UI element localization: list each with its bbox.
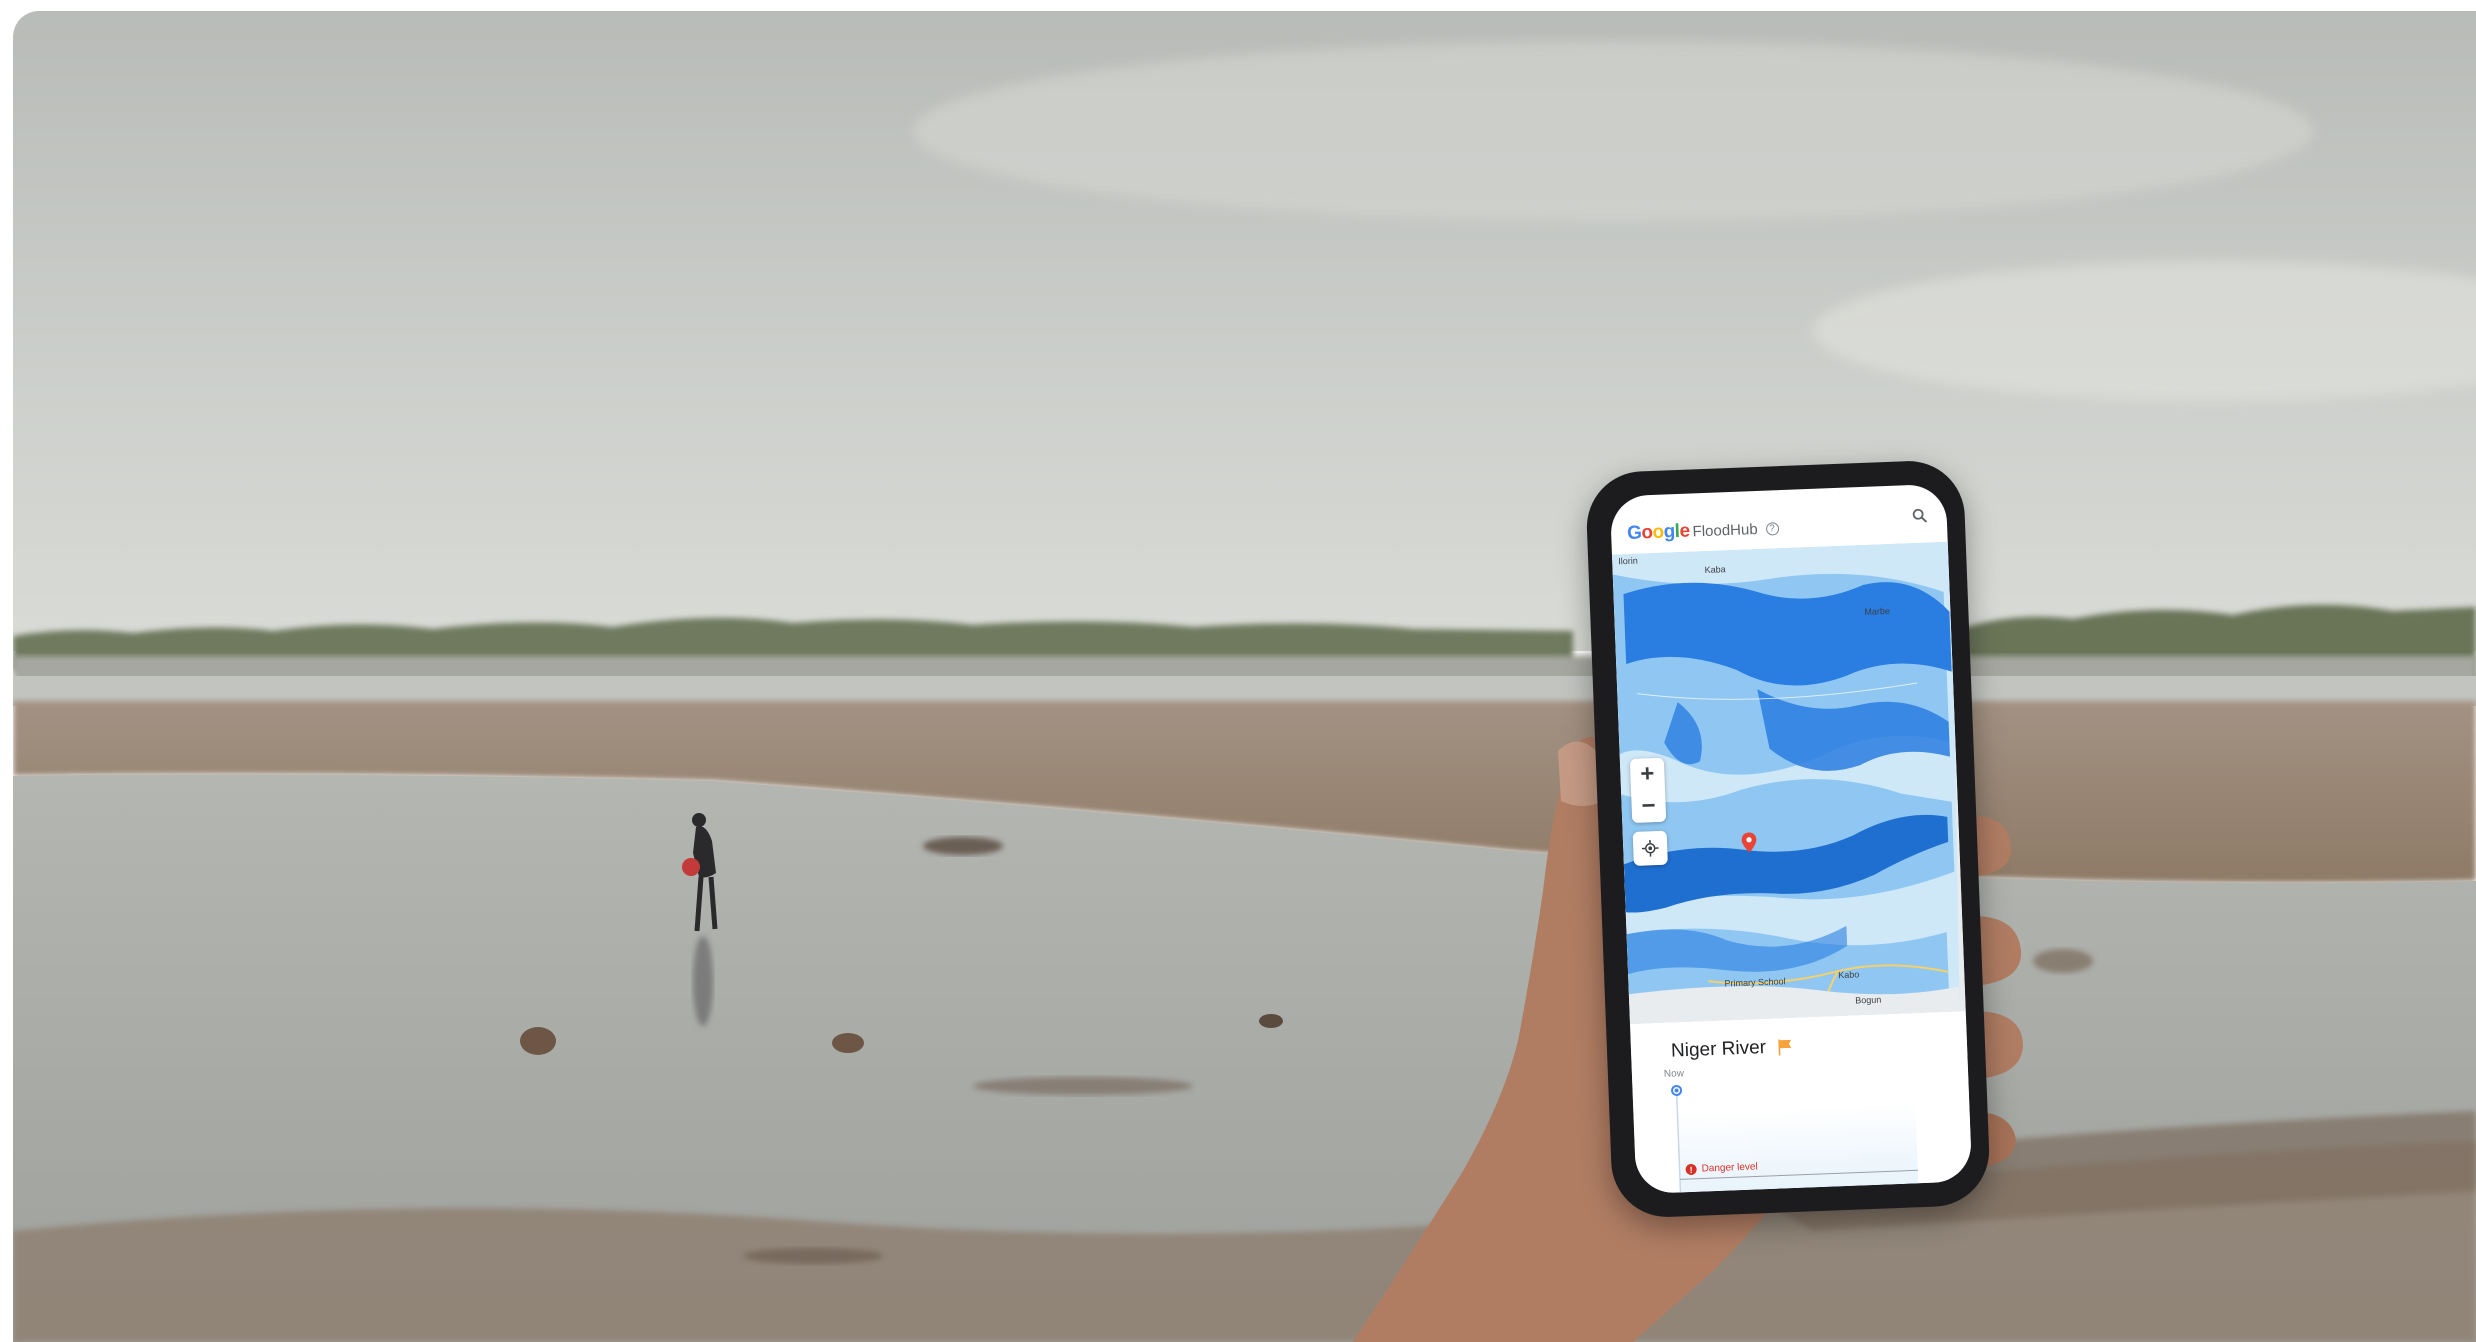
zoom-out-button[interactable]: − <box>1631 790 1666 823</box>
danger-level-text: Danger level <box>1701 1161 1758 1175</box>
location-target-icon <box>1641 840 1659 857</box>
hand <box>1353 737 2023 1342</box>
flag-icon <box>1778 1039 1792 1056</box>
flood-map-layer <box>1611 541 1966 1025</box>
search-icon[interactable] <box>1910 506 1929 525</box>
phone-screen: Google FloodHub ? Ilorin Kaba Marbe Prim… <box>1609 483 1973 1195</box>
help-icon[interactable]: ? <box>1765 521 1779 536</box>
water-level-chart <box>1671 1084 1919 1193</box>
photo-scene: Google FloodHub ? Ilorin Kaba Marbe Prim… <box>13 11 2476 1342</box>
app-name: FloodHub <box>1692 520 1758 540</box>
now-label: Now <box>1663 1068 1685 1080</box>
app-brand: Google FloodHub ? <box>1627 517 1779 545</box>
map-label: Kaba <box>1704 564 1726 575</box>
map-pin-icon[interactable] <box>1741 832 1758 853</box>
flood-map[interactable]: Ilorin Kaba Marbe Primary School Kabo Bo… <box>1611 541 1966 1025</box>
danger-icon: ! <box>1685 1163 1697 1176</box>
phone: Google FloodHub ? Ilorin Kaba Marbe Prim… <box>1584 459 1992 1219</box>
zoom-controls: + − <box>1629 757 1667 823</box>
my-location-button[interactable] <box>1632 830 1668 866</box>
gauge-sheet[interactable]: Niger River Now ! Danger level <box>1629 1011 1973 1195</box>
river-title: Niger River <box>1670 1037 1767 1062</box>
map-label: Bogun <box>1855 994 1882 1006</box>
map-label: Marbe <box>1864 605 1891 617</box>
zoom-in-button[interactable]: + <box>1630 758 1665 791</box>
google-logo: Google <box>1626 520 1690 544</box>
map-label: Kabo <box>1838 969 1860 981</box>
map-label: Ilorin <box>1618 555 1638 567</box>
